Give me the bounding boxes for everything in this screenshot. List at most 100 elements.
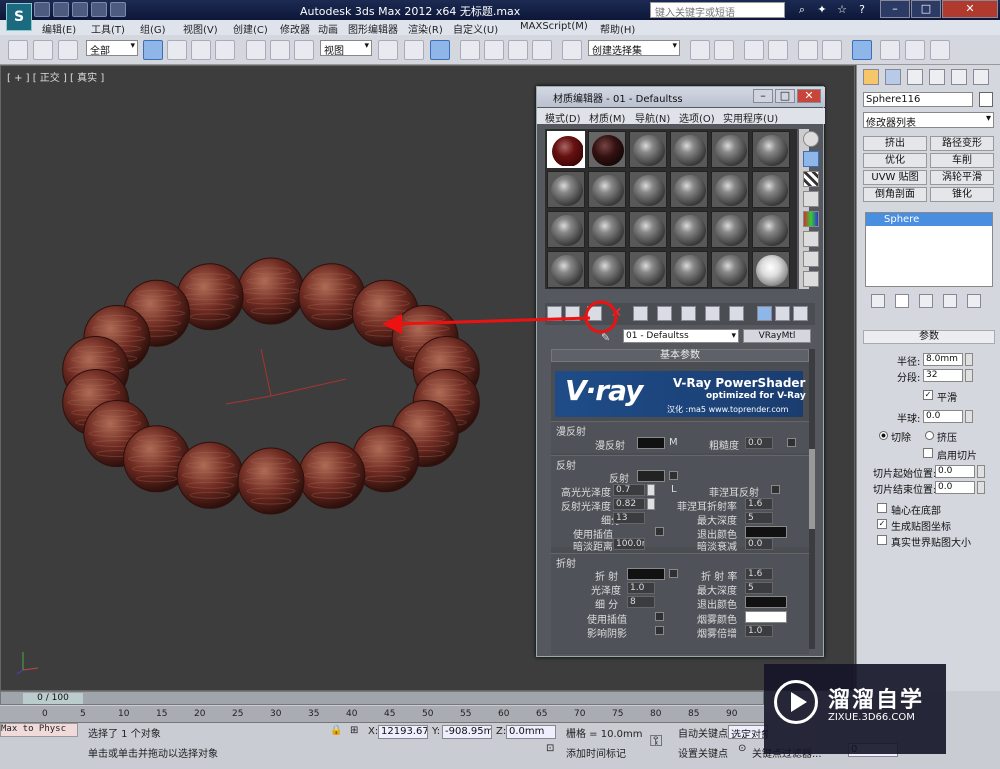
create-tab-icon[interactable] bbox=[863, 69, 879, 85]
refl-gloss-spinner[interactable] bbox=[647, 498, 655, 510]
manipulate-icon[interactable] bbox=[404, 40, 424, 60]
angle-snap-icon[interactable] bbox=[484, 40, 504, 60]
modifier-taper-button[interactable]: 锥化 bbox=[930, 187, 994, 202]
refract-gloss-field[interactable]: 1.0 bbox=[627, 582, 655, 594]
video-color-icon[interactable] bbox=[803, 211, 819, 227]
material-slot[interactable] bbox=[711, 171, 749, 208]
material-slot[interactable] bbox=[752, 211, 790, 248]
go-forward-sibling-icon[interactable] bbox=[793, 306, 808, 321]
render-production-icon[interactable] bbox=[930, 40, 950, 60]
scale-icon[interactable] bbox=[294, 40, 314, 60]
window-crossing-icon[interactable] bbox=[215, 40, 235, 60]
time-slider[interactable]: 0 / 100 bbox=[0, 691, 764, 705]
help-icon[interactable]: ? bbox=[855, 3, 869, 17]
track-bar[interactable]: 0 5 10 15 20 25 30 35 40 45 50 55 60 65 70 75 80 85 90 bbox=[0, 706, 764, 723]
motion-tab-icon[interactable] bbox=[929, 69, 945, 85]
affect-shadows-checkbox[interactable] bbox=[655, 626, 664, 635]
material-slot[interactable] bbox=[547, 251, 585, 288]
chop-radio[interactable] bbox=[879, 431, 888, 440]
percent-snap-icon[interactable] bbox=[508, 40, 528, 60]
material-slot[interactable] bbox=[547, 171, 585, 208]
slice-from-field[interactable]: 0.0 bbox=[935, 465, 975, 478]
material-slot[interactable] bbox=[588, 211, 626, 248]
menu-rendering[interactable]: 渲染(R) bbox=[408, 21, 443, 36]
render-setup-icon[interactable] bbox=[880, 40, 900, 60]
menu-customize[interactable]: 自定义(U) bbox=[453, 21, 498, 36]
link-icon[interactable] bbox=[8, 40, 28, 60]
refract-use-interp-checkbox[interactable] bbox=[655, 612, 664, 621]
modifier-lathe-button[interactable]: 车削 bbox=[930, 153, 994, 168]
rotate-icon[interactable] bbox=[270, 40, 290, 60]
bead[interactable] bbox=[298, 441, 366, 509]
redo-icon[interactable] bbox=[110, 2, 126, 17]
material-slot[interactable] bbox=[588, 171, 626, 208]
material-id-icon[interactable] bbox=[705, 306, 720, 321]
options-icon[interactable] bbox=[803, 251, 819, 267]
hemisphere-spinner[interactable] bbox=[965, 410, 973, 423]
y-coord-field[interactable]: -908.95mm bbox=[442, 725, 492, 739]
graphite-icon[interactable] bbox=[768, 40, 788, 60]
set-key-button[interactable]: 设置关键点 bbox=[678, 745, 728, 760]
material-slot[interactable] bbox=[629, 171, 667, 208]
fog-mult-field[interactable]: 1.0 bbox=[745, 625, 773, 637]
sample-type-icon[interactable] bbox=[803, 131, 819, 147]
stack-item-sphere[interactable]: Sphere bbox=[866, 213, 992, 226]
time-slider-frame-label[interactable]: 0 / 100 bbox=[23, 693, 83, 704]
mated-menu-utilities[interactable]: 实用程序(U) bbox=[723, 110, 778, 125]
fresnel-ior-field[interactable]: 1.6 bbox=[745, 498, 773, 510]
selection-filter-dropdown[interactable]: 全部 bbox=[86, 40, 138, 57]
select-by-name-icon[interactable] bbox=[167, 40, 187, 60]
refl-use-interp-checkbox[interactable] bbox=[655, 527, 664, 536]
configure-sets-icon[interactable] bbox=[967, 294, 981, 308]
refract-subdivs-field[interactable]: 8 bbox=[627, 596, 655, 608]
real-world-map-checkbox[interactable] bbox=[877, 535, 887, 545]
background-icon[interactable] bbox=[803, 171, 819, 187]
bead[interactable] bbox=[176, 441, 244, 509]
modifier-bevelprofile-button[interactable]: 倒角剖面 bbox=[863, 187, 927, 202]
mated-menu-options[interactable]: 选项(O) bbox=[679, 110, 715, 125]
dim-falloff-field[interactable]: 0.0 bbox=[745, 538, 773, 550]
modifier-optimize-button[interactable]: 优化 bbox=[863, 153, 927, 168]
menu-graph-editors[interactable]: 图形编辑器 bbox=[348, 21, 398, 36]
make-unique-material-icon[interactable] bbox=[657, 306, 672, 321]
binoculars-icon[interactable]: ⌕ bbox=[795, 3, 809, 17]
object-color-swatch[interactable] bbox=[979, 92, 993, 107]
modify-tab-icon[interactable] bbox=[885, 69, 901, 85]
go-to-parent-icon[interactable] bbox=[775, 306, 790, 321]
add-time-tag-button[interactable]: 添加时间标记 bbox=[566, 745, 626, 760]
rollout-scroll-thumb[interactable] bbox=[809, 449, 815, 529]
schematic-view-icon[interactable] bbox=[822, 40, 842, 60]
segments-spinner[interactable] bbox=[965, 369, 973, 382]
material-slot[interactable] bbox=[670, 251, 708, 288]
basic-params-header[interactable]: 基本参数 bbox=[551, 349, 809, 362]
subscription-icon[interactable]: ✦ bbox=[815, 3, 829, 17]
fog-color-swatch[interactable] bbox=[745, 611, 787, 623]
slice-to-field[interactable]: 0.0 bbox=[935, 481, 975, 494]
reflect-color-swatch[interactable] bbox=[637, 470, 665, 482]
slice-from-spinner[interactable] bbox=[977, 465, 985, 478]
radius-spinner[interactable] bbox=[965, 353, 973, 366]
material-slot[interactable] bbox=[588, 131, 626, 168]
gen-map-coords-checkbox[interactable]: ✓ bbox=[877, 519, 887, 529]
material-slot[interactable] bbox=[711, 251, 749, 288]
new-icon[interactable] bbox=[34, 2, 50, 17]
material-slot[interactable] bbox=[629, 131, 667, 168]
smooth-checkbox[interactable]: ✓ bbox=[923, 390, 933, 400]
eyedropper-icon[interactable]: ✎ bbox=[601, 331, 610, 344]
open-icon[interactable] bbox=[53, 2, 69, 17]
material-slot[interactable] bbox=[670, 171, 708, 208]
x-coord-field[interactable]: 12193.673 bbox=[378, 725, 428, 739]
dim-dist-field[interactable]: 100.0m bbox=[613, 538, 645, 550]
material-slot[interactable] bbox=[670, 131, 708, 168]
put-to-library-icon[interactable] bbox=[681, 306, 696, 321]
material-slot[interactable] bbox=[711, 131, 749, 168]
modifier-extrude-button[interactable]: 挤出 bbox=[863, 136, 927, 151]
menu-create[interactable]: 创建(C) bbox=[233, 21, 268, 36]
help-search-input[interactable]: 键入关键字或短语 bbox=[650, 2, 785, 19]
get-material-icon[interactable] bbox=[547, 306, 562, 321]
material-slot[interactable] bbox=[547, 131, 585, 168]
utilities-tab-icon[interactable] bbox=[973, 69, 989, 85]
menu-edit[interactable]: 编辑(E) bbox=[42, 21, 76, 36]
keyboard-shortcut-icon[interactable] bbox=[430, 40, 450, 60]
material-slot[interactable] bbox=[752, 171, 790, 208]
